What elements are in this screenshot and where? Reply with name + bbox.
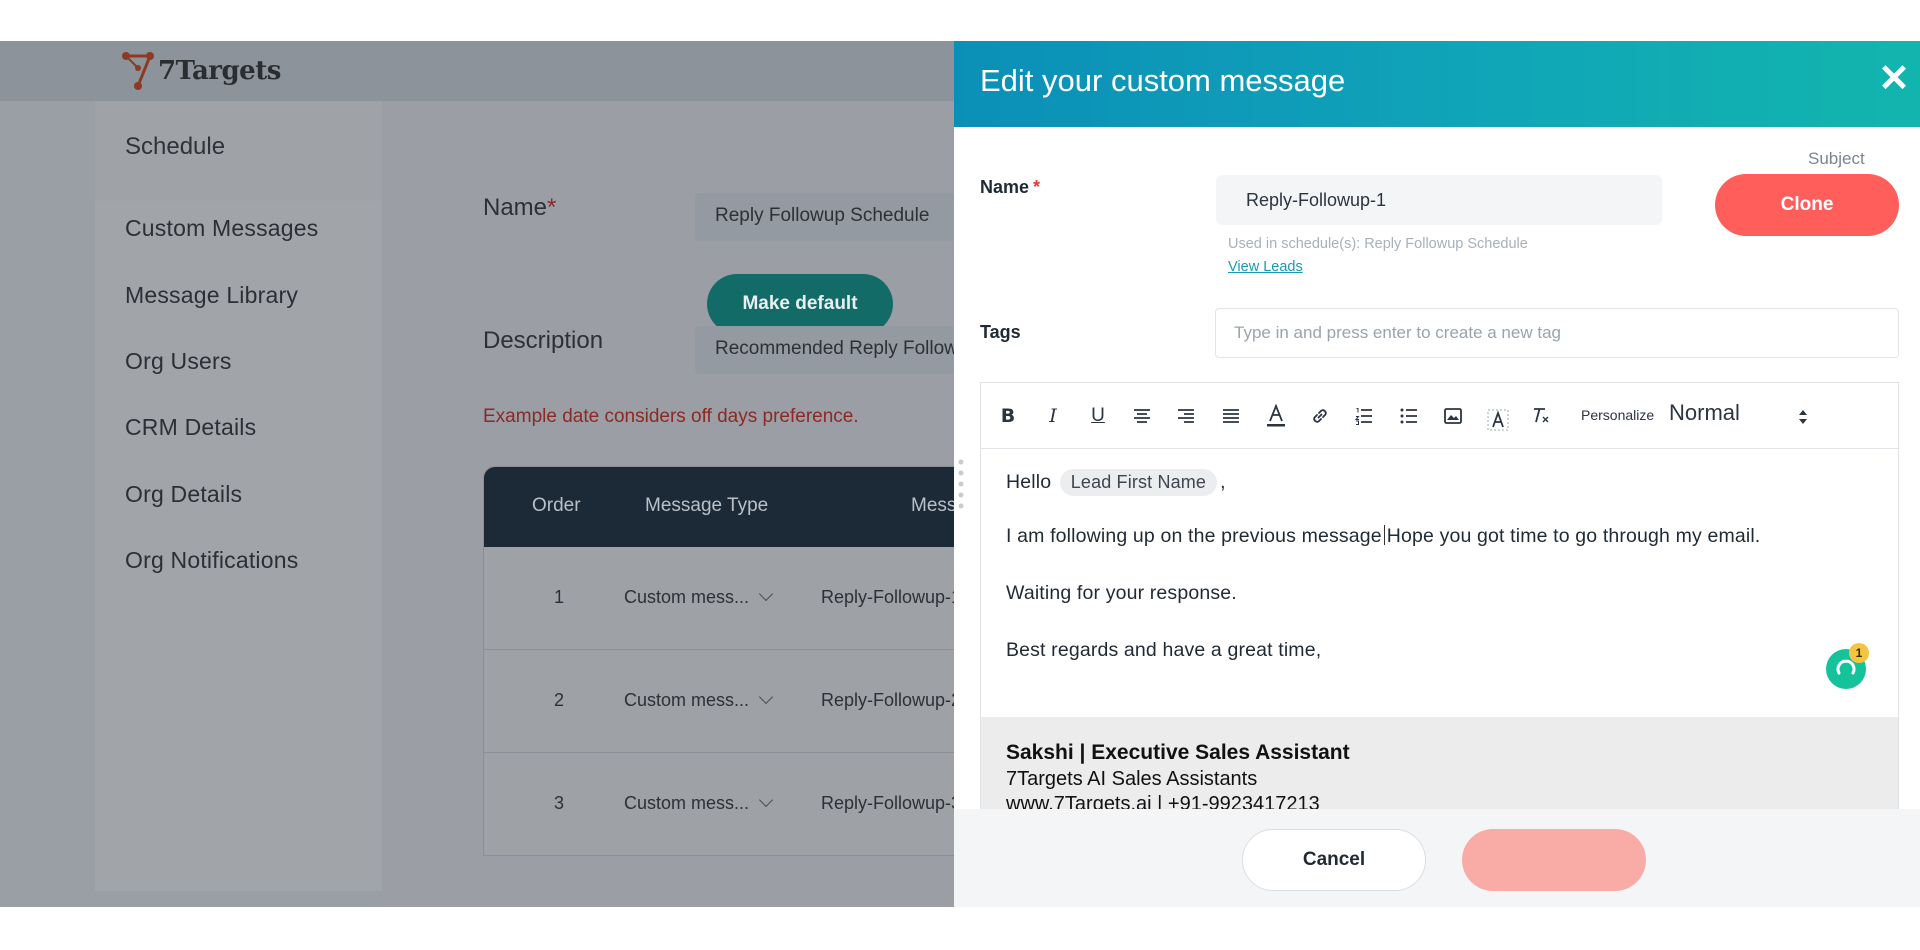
lead-first-name-chip[interactable]: Lead First Name	[1059, 469, 1218, 496]
schedule-name-label: Name*	[483, 194, 557, 221]
name-label: Name *	[980, 177, 1041, 197]
modal-header: Edit your custom message ✕	[954, 41, 1920, 127]
italic-button[interactable]: I	[1038, 401, 1068, 431]
editor-toolbar: B I U Personalize Normal	[981, 383, 1898, 449]
body-line: I am following up on the previous messag…	[1006, 525, 1761, 547]
subject-label[interactable]: Subject	[1808, 149, 1865, 169]
text-color-icon[interactable]	[1261, 401, 1291, 431]
signature-company: 7Targets AI Sales Assistants	[1006, 768, 1258, 790]
bullet-list-icon[interactable]	[1394, 401, 1424, 431]
message-type-select[interactable]: Custom mess...	[624, 586, 774, 608]
sidebar-item-org-details[interactable]: Org Details	[125, 481, 242, 508]
bold-button[interactable]: B	[993, 401, 1023, 431]
message-name-input[interactable]	[1216, 175, 1662, 225]
schedule-name-field[interactable]: Reply Followup Schedule	[695, 193, 955, 241]
body-line: Waiting for your response.	[1006, 582, 1237, 604]
text-cursor	[1383, 525, 1385, 545]
drag-handle-icon[interactable]	[954, 456, 968, 516]
ordered-list-icon[interactable]	[1349, 401, 1379, 431]
description-label: Description	[483, 327, 604, 354]
row-message[interactable]: Reply-Followup-1	[821, 587, 961, 608]
clone-button[interactable]: Clone	[1715, 174, 1899, 236]
chevron-down-icon	[758, 792, 774, 808]
tags-input[interactable]: Type in and press enter to create a new …	[1215, 308, 1899, 358]
align-left-icon[interactable]	[1127, 401, 1157, 431]
logo-mark-icon	[120, 48, 166, 94]
background-color-icon[interactable]	[1483, 405, 1513, 435]
row-order: 1	[554, 587, 565, 607]
link-icon[interactable]	[1305, 401, 1335, 431]
chevron-down-icon	[758, 689, 774, 705]
sidebar: Schedule Custom Messages Message Library…	[95, 101, 382, 891]
make-default-button[interactable]: Make default	[707, 274, 893, 334]
greeting-line: Hello Lead First Name,	[1006, 469, 1226, 496]
image-icon[interactable]	[1438, 401, 1468, 431]
message-type-select[interactable]: Custom mess...	[624, 792, 774, 814]
logo-text: 7Targets	[158, 56, 281, 86]
row-message[interactable]: Reply-Followup-2	[821, 690, 961, 711]
sidebar-item-custom-messages[interactable]: Custom Messages	[125, 215, 318, 242]
align-right-icon[interactable]	[1171, 401, 1201, 431]
rich-text-editor: B I U Personalize Normal Hello Lead Firs…	[980, 382, 1899, 817]
row-order: 3	[554, 793, 565, 813]
sidebar-active-section[interactable]: Schedule	[95, 101, 382, 201]
cancel-button[interactable]: Cancel	[1242, 829, 1426, 891]
body-line: Best regards and have a great time,	[1006, 639, 1322, 661]
signature-block: Sakshi | Executive Sales Assistant 7Targ…	[981, 717, 1898, 816]
off-days-note: Example date considers off days preferen…	[483, 406, 859, 427]
sidebar-item-crm-details[interactable]: CRM Details	[125, 414, 256, 441]
text-format-select[interactable]: Normal	[1669, 400, 1809, 432]
signature-name: Sakshi | Executive Sales Assistant	[1006, 741, 1350, 764]
align-justify-icon[interactable]	[1216, 401, 1246, 431]
sidebar-item-schedule[interactable]: Schedule	[125, 133, 225, 161]
edit-message-modal: Edit your custom message ✕ Name* Subject…	[954, 41, 1920, 907]
row-order: 2	[554, 690, 565, 710]
grammarly-count-badge: 1	[1849, 643, 1869, 663]
message-type-select[interactable]: Custom mess...	[624, 689, 774, 711]
save-button[interactable]	[1462, 829, 1646, 891]
chevron-down-icon	[758, 586, 774, 602]
column-header-message-type: Message Type	[645, 495, 769, 516]
personalize-button[interactable]: Personalize	[1581, 407, 1654, 423]
message-body[interactable]: Hello Lead First Name, I am following up…	[981, 449, 1898, 717]
select-arrows-icon	[1797, 407, 1809, 427]
app-logo[interactable]: 7Targets	[120, 47, 281, 95]
underline-button[interactable]: U	[1083, 401, 1113, 431]
close-icon[interactable]: ✕	[1876, 60, 1912, 98]
sidebar-item-message-library[interactable]: Message Library	[125, 282, 298, 309]
app-viewport: 7Targets Schedule Custom Messages Messag…	[0, 41, 1920, 907]
sidebar-item-org-notifications[interactable]: Org Notifications	[125, 547, 298, 574]
modal-footer: Cancel	[954, 809, 1920, 907]
modal-title: Edit your custom message	[980, 63, 1346, 98]
sidebar-item-org-users[interactable]: Org Users	[125, 348, 232, 375]
row-message[interactable]: Reply-Followup-3	[821, 793, 961, 814]
clear-format-icon[interactable]	[1526, 401, 1556, 431]
view-leads-link[interactable]: View Leads	[1228, 259, 1303, 275]
description-field[interactable]: Recommended Reply Followup Schedule	[695, 326, 955, 374]
used-in-schedules-text: Used in schedule(s): Reply Followup Sche…	[1228, 236, 1528, 252]
column-header-order: Order	[532, 495, 581, 516]
tags-label: Tags	[980, 322, 1021, 342]
